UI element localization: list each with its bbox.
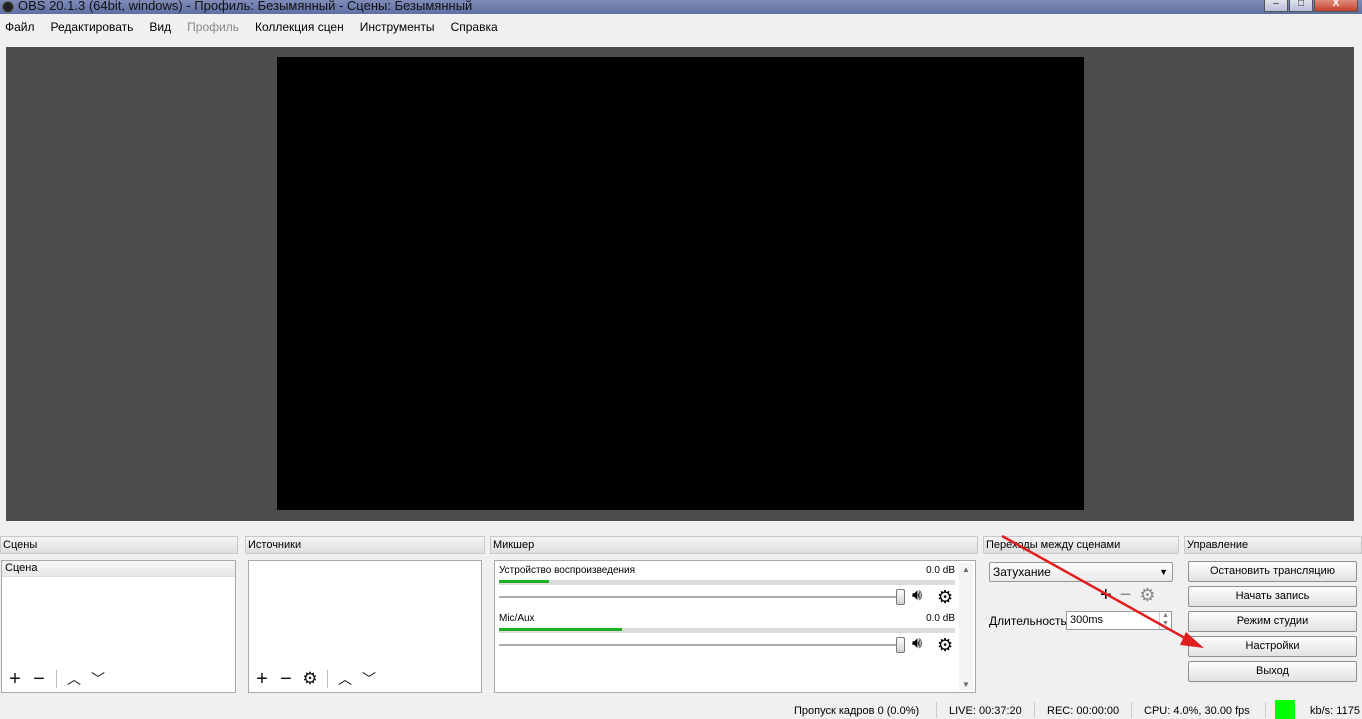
controls-dock-title: Управление	[1184, 536, 1362, 554]
menu-help[interactable]: Справка	[451, 20, 498, 34]
move-down-icon[interactable]: ﹀	[360, 670, 378, 688]
remove-transition-icon[interactable]: −	[1120, 585, 1132, 605]
menu-tools[interactable]: Инструменты	[360, 20, 435, 34]
scenes-dock-title: Сцены	[0, 536, 238, 554]
add-scene-icon[interactable]: +	[6, 669, 24, 689]
scroll-up-arrow-icon[interactable]: ▲	[962, 565, 970, 574]
duration-spinner[interactable]: ▲ ▼	[1159, 612, 1171, 629]
status-separator	[1131, 702, 1132, 718]
add-source-icon[interactable]: +	[253, 669, 271, 689]
channel-db: 0.0 dB	[926, 565, 955, 576]
duration-input[interactable]: 300ms ▲ ▼	[1066, 611, 1172, 630]
status-bar: Пропуск кадров 0 (0.0%) LIVE: 00:37:20 R…	[0, 701, 1362, 719]
mixer-channel-mic: Mic/Aux 0.0 dB 🔊︎ ⚙	[499, 613, 955, 657]
volume-meter	[499, 628, 955, 633]
scroll-down-arrow-icon[interactable]: ▼	[962, 680, 970, 689]
toolbar-separator	[327, 670, 328, 688]
status-separator	[1034, 702, 1035, 718]
transition-toolbar: + − ⚙	[1100, 585, 1156, 605]
remove-scene-icon[interactable]: −	[30, 669, 48, 689]
chevron-down-icon: ▼	[1159, 567, 1168, 577]
remove-source-icon[interactable]: −	[277, 669, 295, 689]
scenes-toolbar: + − ︿ ﹀	[6, 669, 107, 689]
channel-db: 0.0 dB	[926, 613, 955, 624]
start-recording-button[interactable]: Начать запись	[1188, 586, 1357, 607]
menu-file[interactable]: Файл	[5, 20, 35, 34]
mixer-panel: Устройство воспроизведения 0.0 dB 🔊︎ ⚙ M…	[494, 560, 976, 693]
mixer-dock-title: Микшер	[490, 536, 978, 554]
rec-timer: REC: 00:00:00	[1047, 705, 1120, 717]
volume-slider[interactable]	[499, 589, 905, 605]
transition-gear-icon[interactable]: ⚙	[1139, 585, 1155, 605]
channel-name: Mic/Aux	[499, 613, 535, 624]
gear-icon[interactable]: ⚙	[937, 587, 953, 608]
title-bar: OBS 20.1.3 (64bit, windows) - Профиль: Б…	[0, 0, 1362, 14]
window-controls: – □ X	[1264, 0, 1358, 12]
window-title: OBS 20.1.3 (64bit, windows) - Профиль: Б…	[18, 0, 473, 13]
toolbar-separator	[56, 670, 57, 688]
settings-button[interactable]: Настройки	[1188, 636, 1357, 657]
move-down-icon[interactable]: ﹀	[89, 670, 107, 688]
status-separator	[1265, 702, 1266, 718]
menu-profile[interactable]: Профиль	[187, 20, 239, 34]
move-up-icon[interactable]: ︿	[65, 670, 83, 688]
slider-handle[interactable]	[896, 637, 905, 653]
volume-slider[interactable]	[499, 637, 905, 653]
transition-select[interactable]: Затухание ▼	[989, 562, 1173, 582]
menu-scene-collection[interactable]: Коллекция сцен	[255, 20, 344, 34]
exit-button[interactable]: Выход	[1188, 661, 1357, 682]
menu-edit[interactable]: Редактировать	[51, 20, 134, 34]
menu-view[interactable]: Вид	[149, 20, 171, 34]
minimize-button[interactable]: –	[1264, 0, 1288, 12]
sources-dock-title: Источники	[245, 536, 485, 554]
duration-value: 300ms	[1070, 614, 1104, 626]
meter-level	[499, 580, 550, 583]
stop-streaming-button[interactable]: Остановить трансляцию	[1188, 561, 1357, 582]
speaker-icon[interactable]: 🔊︎	[912, 587, 922, 605]
duration-label: Длительность	[989, 614, 1067, 628]
studio-mode-button[interactable]: Режим студии	[1188, 611, 1357, 632]
menu-bar: Файл Редактировать Вид Профиль Коллекция…	[0, 17, 1362, 37]
live-timer: LIVE: 00:37:20	[949, 705, 1022, 717]
preview-canvas[interactable]	[277, 57, 1084, 510]
cpu-fps: CPU: 4.0%, 30.00 fps	[1144, 705, 1250, 717]
volume-meter	[499, 580, 955, 585]
dropped-frames: Пропуск кадров 0 (0.0%)	[794, 705, 920, 717]
sources-toolbar: + − ⚙ ︿ ﹀	[253, 669, 378, 689]
meter-level	[499, 628, 623, 631]
obs-logo-icon	[2, 1, 14, 13]
transition-selected-value: Затухание	[993, 565, 1051, 579]
close-button[interactable]: X	[1314, 0, 1358, 12]
move-up-icon[interactable]: ︿	[336, 670, 354, 688]
bitrate: kb/s: 1175	[1310, 705, 1360, 717]
transitions-dock-title: Переходы между сценами	[983, 536, 1179, 554]
channel-name: Устройство воспроизведения	[499, 565, 636, 576]
speaker-icon[interactable]: 🔊︎	[912, 635, 922, 653]
source-properties-gear-icon[interactable]: ⚙	[301, 670, 319, 688]
connection-status-indicator	[1275, 700, 1295, 719]
add-transition-icon[interactable]: +	[1100, 585, 1112, 605]
maximize-button[interactable]: □	[1289, 0, 1313, 12]
preview-area	[6, 47, 1354, 521]
mixer-channel-desktop: Устройство воспроизведения 0.0 dB 🔊︎ ⚙	[499, 565, 955, 609]
mixer-scrollbar[interactable]: ▲ ▼	[959, 563, 973, 691]
gear-icon[interactable]: ⚙	[937, 635, 953, 656]
slider-handle[interactable]	[896, 589, 905, 605]
scene-item[interactable]: Сцена	[2, 561, 235, 577]
status-separator	[936, 702, 937, 718]
